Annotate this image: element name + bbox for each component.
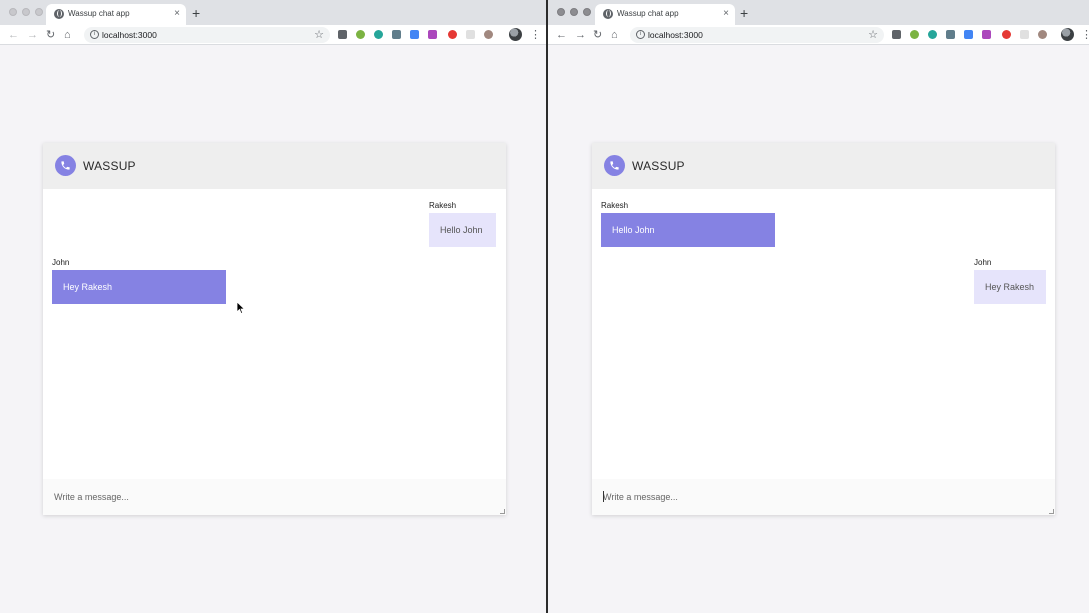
browser-tab[interactable]: Wassup chat app × (46, 4, 186, 25)
app-title: WASSUP (83, 159, 136, 173)
reload-button[interactable]: ↻ (593, 27, 602, 43)
mouse-pointer-icon (237, 302, 245, 314)
tab-close-icon[interactable]: × (174, 7, 180, 21)
extension-icon[interactable] (1038, 30, 1047, 39)
message-item: Rakesh Hello John (429, 201, 496, 247)
phone-icon (55, 155, 76, 176)
phone-icon (604, 155, 625, 176)
new-tab-button[interactable]: + (740, 5, 748, 21)
window-controls (557, 8, 591, 16)
browser-menu-button[interactable]: ⋮ (530, 27, 541, 43)
extension-icon[interactable] (946, 30, 955, 39)
extension-icon[interactable] (1020, 30, 1029, 39)
message-author: John (52, 258, 70, 267)
browser-tab[interactable]: Wassup chat app × (595, 4, 735, 25)
home-button[interactable]: ⌂ (611, 27, 618, 43)
tab-strip: Wassup chat app × + (0, 0, 546, 25)
reload-button[interactable]: ↻ (46, 27, 55, 43)
tab-title: Wassup chat app (68, 9, 130, 18)
message-input[interactable] (43, 479, 506, 515)
text-caret (603, 491, 604, 502)
info-icon[interactable]: i (90, 30, 99, 39)
resize-handle[interactable] (500, 509, 505, 514)
message-author: Rakesh (429, 201, 457, 210)
bookmark-star-icon[interactable]: ☆ (868, 27, 878, 43)
message-bubble: Hey Rakesh (974, 270, 1046, 304)
browser-window-left: Wassup chat app × + ← → ↻ ⌂ i localhost:… (0, 0, 546, 613)
message-item: John Hey Rakesh (52, 258, 226, 304)
message-item: John Hey Rakesh (974, 258, 1046, 304)
back-button[interactable]: ← (8, 27, 19, 43)
close-window-button[interactable] (557, 8, 565, 16)
extension-icon[interactable] (484, 30, 493, 39)
chat-panel: WASSUP Rakesh Hello John John Hey Rakesh (592, 143, 1055, 515)
extension-icon[interactable] (356, 30, 365, 39)
tab-strip: Wassup chat app × + (548, 0, 1089, 25)
extension-icon[interactable] (374, 30, 383, 39)
chat-panel: WASSUP Rakesh Hello John John Hey Rakesh (43, 143, 506, 515)
extension-icon[interactable] (964, 30, 973, 39)
message-list: Rakesh Hello John John Hey Rakesh (43, 189, 506, 479)
extension-icon[interactable] (928, 30, 937, 39)
url-text[interactable]: localhost:3000 (648, 30, 703, 40)
minimize-window-button[interactable] (22, 8, 30, 16)
message-input[interactable] (592, 479, 1055, 515)
address-bar[interactable]: i localhost:3000 ☆ (84, 27, 330, 43)
message-item: Rakesh Hello John (601, 201, 775, 247)
chat-header: WASSUP (592, 143, 1055, 189)
message-author: Rakesh (601, 201, 629, 210)
address-bar[interactable]: i localhost:3000 ☆ (630, 27, 884, 43)
resize-handle[interactable] (1049, 509, 1054, 514)
url-text[interactable]: localhost:3000 (102, 30, 157, 40)
message-composer (43, 479, 506, 515)
forward-button[interactable]: → (27, 27, 38, 43)
new-tab-button[interactable]: + (192, 5, 200, 21)
browser-toolbar: ← → ↻ ⌂ i localhost:3000 ☆ ⋮ (548, 25, 1089, 45)
profile-avatar[interactable] (1061, 28, 1074, 41)
browser-toolbar: ← → ↻ ⌂ i localhost:3000 ☆ ⋮ (0, 25, 546, 45)
close-window-button[interactable] (9, 8, 17, 16)
desktop: Wassup chat app × + ← → ↻ ⌂ i localhost:… (0, 0, 1089, 613)
tab-title: Wassup chat app (617, 9, 679, 18)
forward-button[interactable]: → (575, 27, 586, 43)
extension-icon[interactable] (1002, 30, 1011, 39)
back-button[interactable]: ← (556, 27, 567, 43)
extension-icon[interactable] (428, 30, 437, 39)
chat-header: WASSUP (43, 143, 506, 189)
bookmark-star-icon[interactable]: ☆ (314, 27, 324, 43)
globe-icon (54, 9, 64, 19)
extension-icon[interactable] (892, 30, 901, 39)
window-controls (9, 8, 43, 16)
message-list: Rakesh Hello John John Hey Rakesh (592, 189, 1055, 479)
globe-icon (603, 9, 613, 19)
browser-menu-button[interactable]: ⋮ (1081, 27, 1089, 43)
extension-icon[interactable] (410, 30, 419, 39)
extension-icon[interactable] (338, 30, 347, 39)
maximize-window-button[interactable] (583, 8, 591, 16)
extension-icon[interactable] (448, 30, 457, 39)
info-icon[interactable]: i (636, 30, 645, 39)
profile-avatar[interactable] (509, 28, 522, 41)
home-button[interactable]: ⌂ (64, 27, 71, 43)
extension-icon[interactable] (392, 30, 401, 39)
message-bubble: Hey Rakesh (52, 270, 226, 304)
extension-icon[interactable] (466, 30, 475, 39)
extension-icon[interactable] (982, 30, 991, 39)
message-author: John (974, 258, 992, 267)
message-composer (592, 479, 1055, 515)
extension-icon[interactable] (910, 30, 919, 39)
minimize-window-button[interactable] (570, 8, 578, 16)
tab-close-icon[interactable]: × (723, 7, 729, 21)
browser-window-right: Wassup chat app × + ← → ↻ ⌂ i localhost:… (548, 0, 1089, 613)
maximize-window-button[interactable] (35, 8, 43, 16)
message-bubble: Hello John (601, 213, 775, 247)
message-bubble: Hello John (429, 213, 496, 247)
app-title: WASSUP (632, 159, 685, 173)
